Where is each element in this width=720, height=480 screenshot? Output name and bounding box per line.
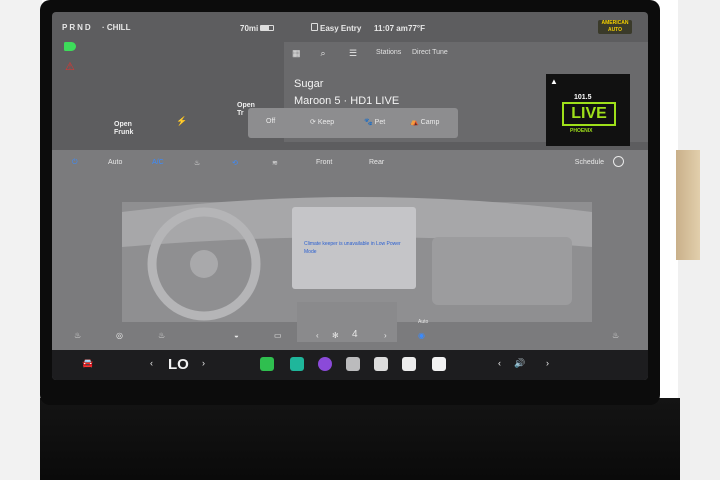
media-source-icon[interactable]: ▦ (292, 48, 318, 59)
dashboard-lower (40, 398, 680, 480)
open-frunk-label: Open Frunk (114, 121, 134, 136)
climate-bottom-controls: ♨ ◎ ♨ ◒ ▭ ‹ ✻ 4 › Auto ◉ ♨ (52, 319, 648, 347)
seat-heater-icon[interactable]: ♨ (194, 159, 200, 167)
toybox-icon[interactable] (290, 357, 304, 371)
outside-temperature: 77°F (408, 24, 425, 33)
power-icon[interactable]: ⏻ (72, 159, 78, 167)
volume-increase-icon[interactable]: › (546, 358, 549, 368)
climate-notice: Climate keeper is unavailable in Low Pow… (292, 207, 416, 289)
temp-decrease-icon[interactable]: ‹ (150, 358, 153, 368)
headlight-icon (64, 42, 76, 51)
windshield-defrost-icon[interactable]: ◒ (234, 331, 239, 340)
mode-off[interactable]: Off (266, 118, 275, 125)
music-app-icon[interactable] (318, 357, 332, 371)
volume-decrease-icon[interactable]: ‹ (498, 358, 501, 368)
phone-icon[interactable] (260, 357, 274, 371)
search-icon[interactable]: ⌕ (321, 48, 347, 59)
temp-increase-icon[interactable]: › (202, 358, 205, 368)
volume-icon[interactable]: 🔊 (514, 358, 525, 369)
dashcam-icon[interactable] (402, 357, 416, 371)
settings-sliders-icon[interactable]: ☰ (349, 48, 375, 59)
status-bar: PRND · CHILL 70mi Easy Entry 11:07 am 77… (52, 12, 648, 38)
bottom-dock: 🚘 ‹ LO › ‹ 🔊 › (52, 350, 648, 380)
track-artist: Maroon 5 · HD1 LIVE (294, 95, 400, 107)
battery-range: 70mi (240, 24, 259, 33)
wood-trim (676, 150, 700, 260)
fan-increase-icon[interactable]: › (384, 331, 387, 340)
seatbelt-warning-icon: ⚠ (65, 61, 75, 73)
climate-mode-selector: Off ⟳ Keep 🐾 Pet ⛺ Camp (248, 108, 458, 138)
passenger-seat-heater-icon[interactable]: ♨ (612, 331, 619, 340)
fan-speed: 4 (352, 329, 358, 340)
album-art: ▲ 101.5 LIVE PHOENIX (546, 74, 630, 146)
mode-pet[interactable]: 🐾 Pet (364, 118, 385, 126)
photo-frame: PRND · CHILL 70mi Easy Entry 11:07 am 77… (0, 0, 720, 480)
fan-icon: ✻ (332, 331, 339, 340)
mode-camp[interactable]: ⛺ Camp (410, 118, 439, 126)
cabin-temperature[interactable]: LO (168, 356, 189, 373)
steering-heater-icon[interactable]: ◎ (116, 331, 123, 340)
camera-icon[interactable] (374, 357, 388, 371)
profile-icon (311, 23, 318, 31)
app-launcher-icon[interactable] (346, 357, 360, 371)
rear-defrost-button[interactable]: Rear (369, 159, 384, 166)
drive-mode: · CHILL (102, 23, 131, 32)
open-frunk-button[interactable]: Open Frunk (114, 121, 133, 137)
calendar-icon[interactable] (432, 357, 446, 371)
climate-notice-text: Climate keeper is unavailable in Low Pow… (304, 241, 401, 255)
wiper-heater-icon[interactable]: ♨ (158, 331, 165, 340)
mode-keep[interactable]: ⟳ Keep (310, 118, 334, 126)
driver-seat-heater-icon[interactable]: ♨ (74, 331, 81, 340)
tab-stations[interactable]: Stations (376, 49, 401, 56)
tab-direct-tune[interactable]: Direct Tune (412, 49, 448, 56)
fan-auto-label: Auto (418, 319, 429, 325)
charge-port-icon[interactable]: ⚡ (176, 116, 187, 127)
background-wall-left (0, 0, 42, 480)
climate-top-controls: ⏻ Auto A/C ♨ ⟲ ≋ Front Rear Schedule (52, 156, 648, 172)
driver-profile[interactable]: Easy Entry (320, 24, 361, 33)
battery-icon (260, 25, 274, 31)
schedule-button[interactable]: Schedule (575, 159, 604, 166)
fan-auto-icon[interactable]: ◉ (418, 331, 425, 340)
car-controls-icon[interactable]: 🚘 (82, 358, 93, 369)
dealer-logo-sticker: AMERICAN AUTO (598, 20, 632, 34)
airflow-icon[interactable]: ≋ (272, 159, 278, 167)
rear-defrost-icon[interactable]: ▭ (274, 331, 282, 340)
auto-button[interactable]: Auto (108, 159, 122, 166)
station-name: Sugar (294, 78, 324, 90)
fan-decrease-icon[interactable]: ‹ (316, 331, 319, 340)
station-frequency: 101.5 (574, 94, 592, 101)
clock-time: 11:07 am (374, 24, 408, 33)
front-defrost-button[interactable]: Front (316, 159, 332, 166)
station-brand: LIVE (562, 102, 616, 126)
broadcaster-logo-icon: ▲ (550, 77, 558, 86)
recirculate-icon[interactable]: ⟲ (232, 159, 238, 167)
station-city: PHOENIX (570, 128, 593, 134)
ac-button[interactable]: A/C (152, 159, 164, 166)
touchscreen: PRND · CHILL 70mi Easy Entry 11:07 am 77… (52, 12, 648, 380)
clock-icon[interactable] (613, 156, 624, 167)
gear-indicator[interactable]: PRND (62, 23, 93, 32)
climate-panel: ⏻ Auto A/C ♨ ⟲ ≋ Front Rear Schedule Cli… (52, 150, 648, 350)
